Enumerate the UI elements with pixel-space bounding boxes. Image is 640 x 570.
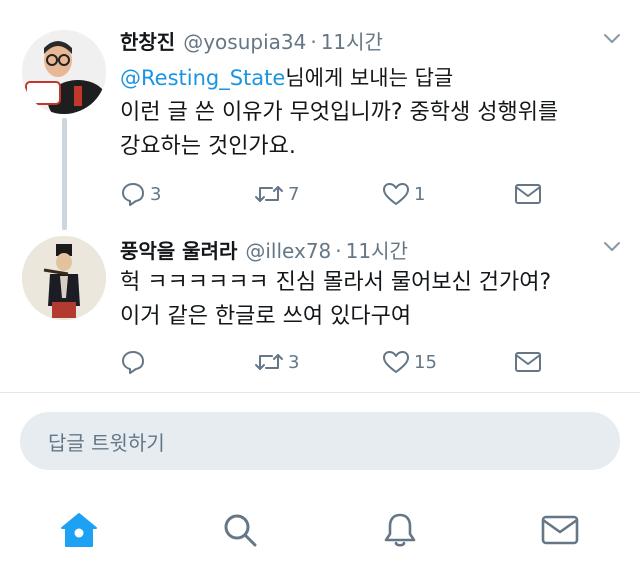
bottom-tab-bar: [0, 498, 640, 562]
tab-messages[interactable]: [538, 510, 582, 550]
tweet-header: 한창진 @yosupia34 · 11시간: [120, 26, 383, 55]
bell-icon: [384, 513, 416, 547]
retweet-icon: [255, 354, 283, 370]
chevron-down-icon[interactable]: [602, 236, 622, 256]
avatar-photo: [22, 236, 106, 320]
timestamp[interactable]: 11시간: [346, 235, 408, 264]
tweet-text-line: 헉 ㅋㅋㅋㅋㅋㅋ 진심 몰라서 물어보신 건가여?: [120, 270, 552, 295]
envelope-icon: [541, 515, 579, 545]
tab-notifications[interactable]: [378, 510, 422, 550]
reply-mention-link[interactable]: @Resting_State: [120, 66, 285, 90]
heart-icon: [383, 183, 409, 205]
divider: [0, 392, 640, 393]
username[interactable]: @illex78: [245, 239, 331, 263]
separator-dot: ·: [335, 239, 342, 263]
reply-button[interactable]: [120, 346, 150, 378]
like-count: 1: [414, 183, 426, 205]
envelope-icon: [515, 352, 541, 372]
timestamp[interactable]: 11시간: [321, 26, 383, 55]
separator-dot: ·: [310, 30, 317, 54]
tweet-text-line: 이런 글 쓴 이유가 무엇입니까? 중학생 성행위를: [120, 100, 559, 125]
direct-message-button[interactable]: [514, 178, 542, 210]
tweet-text: 헉 ㅋㅋㅋㅋㅋㅋ 진심 몰라서 물어보신 건가여? 이거 같은 한글로 쓰여 있…: [120, 266, 625, 334]
chevron-down-icon[interactable]: [602, 28, 622, 48]
reply-context: @Resting_State님에게 보내는 답글: [120, 62, 453, 92]
envelope-icon: [515, 184, 541, 204]
reply-icon: [122, 351, 144, 374]
direct-message-button[interactable]: [514, 346, 542, 378]
reply-icon: [122, 183, 144, 206]
avatar-photo: [22, 30, 106, 114]
composer-placeholder: 답글 트윗하기: [48, 430, 165, 455]
retweet-button[interactable]: 3: [254, 346, 299, 378]
retweet-button[interactable]: 7: [254, 178, 299, 210]
reply-composer-input[interactable]: 답글 트윗하기: [20, 412, 620, 470]
like-count: 15: [414, 351, 437, 373]
tab-home[interactable]: [57, 510, 101, 550]
tweet-text-line: 이거 같은 한글로 쓰여 있다구여: [120, 304, 412, 329]
retweet-count: 3: [288, 351, 300, 373]
tweet-actions: 3 15: [120, 346, 560, 378]
retweet-count: 7: [288, 183, 300, 205]
tweet-text-line: 강요하는 것인가요.: [120, 134, 296, 159]
display-name[interactable]: 한창진: [120, 26, 175, 55]
tab-search[interactable]: [218, 510, 262, 550]
reply-context-label: 님에게 보내는 답글: [285, 66, 454, 90]
reply-button[interactable]: 3: [120, 178, 161, 210]
search-icon: [224, 514, 257, 547]
reply-count: 3: [150, 183, 162, 205]
like-button[interactable]: 1: [382, 178, 425, 210]
avatar[interactable]: [22, 30, 106, 114]
like-button[interactable]: 15: [382, 346, 437, 378]
thread-line: [62, 118, 67, 230]
tweet-header: 풍악을 울려라 @illex78 · 11시간: [120, 235, 408, 264]
tweet-reply[interactable]: 풍악을 울려라 @illex78 · 11시간 헉 ㅋㅋㅋㅋㅋㅋ 진심 몰라서 …: [0, 222, 640, 390]
display-name[interactable]: 풍악을 울려라: [120, 235, 237, 264]
tweet-actions: 3 7 1: [120, 178, 560, 210]
tweet-text: 이런 글 쓴 이유가 무엇입니까? 중학생 성행위를 강요하는 것인가요.: [120, 96, 625, 164]
tweet-original[interactable]: 한창진 @yosupia34 · 11시간 @Resting_State님에게 …: [0, 0, 640, 230]
username[interactable]: @yosupia34: [183, 30, 306, 54]
retweet-icon: [255, 186, 283, 202]
home-icon: [61, 513, 97, 547]
heart-icon: [383, 351, 409, 373]
avatar[interactable]: [22, 236, 106, 320]
